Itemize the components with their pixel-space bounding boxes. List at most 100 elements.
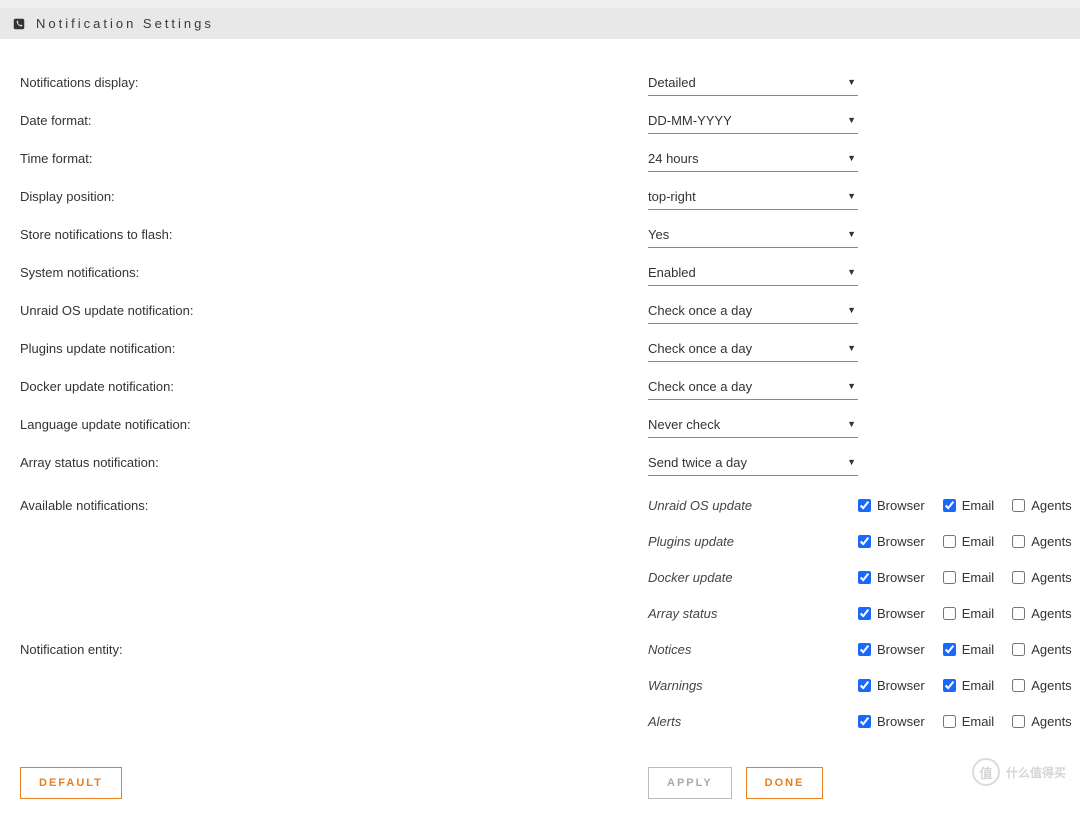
checkbox-label: Browser	[877, 606, 925, 621]
agents-checkbox-group[interactable]: Agents	[1012, 534, 1071, 549]
setting-label: Display position:	[20, 189, 648, 204]
setting-value: Enabled	[648, 265, 696, 280]
notification-row: Array statusBrowserEmailAgents	[20, 595, 1060, 631]
checkbox-label: Browser	[877, 534, 925, 549]
email-checkbox-group[interactable]: Email	[943, 642, 995, 657]
chevron-down-icon: ▼	[847, 457, 856, 467]
checkbox-label: Agents	[1031, 498, 1071, 513]
setting-select[interactable]: Check once a day▼	[648, 297, 858, 324]
setting-value: DD-MM-YYYY	[648, 113, 732, 128]
checkbox-label: Email	[962, 534, 995, 549]
setting-select[interactable]: Detailed▼	[648, 69, 858, 96]
browser-checkbox[interactable]	[858, 499, 871, 512]
email-checkbox[interactable]	[943, 715, 956, 728]
setting-select[interactable]: Enabled ▼	[648, 259, 858, 286]
setting-row: Display position:top-right▼	[20, 183, 1060, 221]
setting-row: System notifications:Enabled▼	[20, 259, 1060, 297]
chevron-down-icon: ▼	[847, 267, 856, 277]
notification-name: Notices	[648, 642, 858, 657]
email-checkbox-group[interactable]: Email	[943, 678, 995, 693]
email-checkbox[interactable]	[943, 499, 956, 512]
agents-checkbox[interactable]	[1012, 679, 1025, 692]
browser-checkbox[interactable]	[858, 679, 871, 692]
chevron-down-icon: ▼	[847, 229, 856, 239]
setting-select[interactable]: 24 hours▼	[648, 145, 858, 172]
page-title: Notification Settings	[36, 16, 214, 31]
browser-checkbox-group[interactable]: Browser	[858, 606, 925, 621]
browser-checkbox[interactable]	[858, 643, 871, 656]
browser-checkbox-group[interactable]: Browser	[858, 534, 925, 549]
setting-value: Check once a day	[648, 303, 752, 318]
email-checkbox[interactable]	[943, 535, 956, 548]
email-checkbox[interactable]	[943, 679, 956, 692]
setting-value: top-right	[648, 189, 696, 204]
group-label: Notification entity:	[20, 642, 648, 657]
phone-icon	[12, 17, 26, 31]
setting-select[interactable]: top-right▼	[648, 183, 858, 210]
browser-checkbox-group[interactable]: Browser	[858, 678, 925, 693]
setting-value: Check once a day	[648, 379, 752, 394]
notification-name: Alerts	[648, 714, 858, 729]
browser-checkbox-group[interactable]: Browser	[858, 570, 925, 585]
settings-form: Notifications display:Detailed▼Date form…	[0, 39, 1080, 813]
email-checkbox-group[interactable]: Email	[943, 606, 995, 621]
agents-checkbox-group[interactable]: Agents	[1012, 570, 1071, 585]
email-checkbox[interactable]	[943, 571, 956, 584]
agents-checkbox-group[interactable]: Agents	[1012, 606, 1071, 621]
chevron-down-icon: ▼	[847, 343, 856, 353]
setting-select[interactable]: DD-MM-YYYY▼	[648, 107, 858, 134]
setting-select[interactable]: Send twice a day▼	[648, 449, 858, 476]
checkbox-label: Email	[962, 642, 995, 657]
setting-value: Never check	[648, 417, 720, 432]
email-checkbox[interactable]	[943, 607, 956, 620]
setting-value: Yes	[648, 227, 669, 242]
email-checkbox-group[interactable]: Email	[943, 498, 995, 513]
browser-checkbox-group[interactable]: Browser	[858, 714, 925, 729]
notification-row: Docker updateBrowserEmailAgents	[20, 559, 1060, 595]
checkbox-label: Agents	[1031, 606, 1071, 621]
notification-row: WarningsBrowserEmailAgents	[20, 667, 1060, 703]
agents-checkbox-group[interactable]: Agents	[1012, 498, 1071, 513]
agents-checkbox[interactable]	[1012, 607, 1025, 620]
checkbox-label: Email	[962, 678, 995, 693]
checkbox-label: Agents	[1031, 570, 1071, 585]
apply-button[interactable]: Apply	[648, 767, 732, 799]
agents-checkbox[interactable]	[1012, 643, 1025, 656]
setting-select[interactable]: Check once a day ▼	[648, 373, 858, 400]
checkbox-label: Email	[962, 606, 995, 621]
browser-checkbox[interactable]	[858, 535, 871, 548]
browser-checkbox[interactable]	[858, 715, 871, 728]
agents-checkbox-group[interactable]: Agents	[1012, 678, 1071, 693]
browser-checkbox[interactable]	[858, 571, 871, 584]
setting-select[interactable]: Check once a day▼	[648, 335, 858, 362]
browser-checkbox-group[interactable]: Browser	[858, 642, 925, 657]
agents-checkbox-group[interactable]: Agents	[1012, 642, 1071, 657]
agents-checkbox-group[interactable]: Agents	[1012, 714, 1071, 729]
notification-name: Array status	[648, 606, 858, 621]
done-button[interactable]: Done	[746, 767, 824, 799]
chevron-down-icon: ▼	[847, 381, 856, 391]
browser-checkbox[interactable]	[858, 607, 871, 620]
chevron-down-icon: ▼	[847, 153, 856, 163]
email-checkbox-group[interactable]: Email	[943, 570, 995, 585]
agents-checkbox[interactable]	[1012, 499, 1025, 512]
email-checkbox-group[interactable]: Email	[943, 714, 995, 729]
setting-select[interactable]: Yes ▼	[648, 221, 858, 248]
setting-label: Array status notification:	[20, 455, 648, 470]
setting-row: Notifications display:Detailed▼	[20, 69, 1060, 107]
email-checkbox[interactable]	[943, 643, 956, 656]
agents-checkbox[interactable]	[1012, 571, 1025, 584]
checkbox-label: Browser	[877, 570, 925, 585]
checkbox-label: Email	[962, 498, 995, 513]
default-button[interactable]: Default	[20, 767, 122, 799]
agents-checkbox[interactable]	[1012, 715, 1025, 728]
setting-label: Docker update notification:	[20, 379, 648, 394]
email-checkbox-group[interactable]: Email	[943, 534, 995, 549]
setting-row: Unraid OS update notification:Check once…	[20, 297, 1060, 335]
setting-label: Notifications display:	[20, 75, 648, 90]
checkbox-label: Browser	[877, 678, 925, 693]
setting-row: Time format:24 hours▼	[20, 145, 1060, 183]
agents-checkbox[interactable]	[1012, 535, 1025, 548]
browser-checkbox-group[interactable]: Browser	[858, 498, 925, 513]
setting-select[interactable]: Never check▼	[648, 411, 858, 438]
